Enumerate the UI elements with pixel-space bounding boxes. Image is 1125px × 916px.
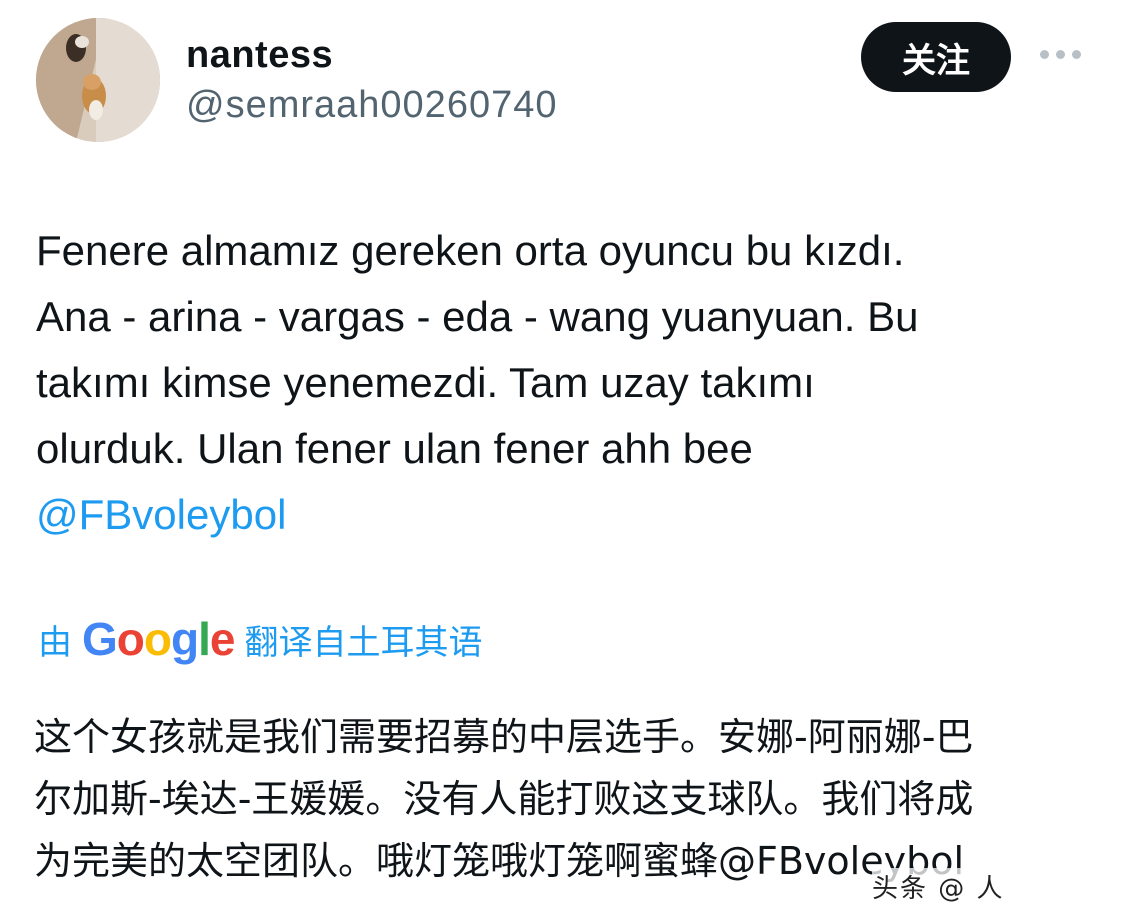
watermark: 头条 @ 人 [872,868,1005,905]
tweet-line: Fenere almamız gereken orta oyuncu bu kı… [36,227,905,274]
translated-line: 尔加斯-埃达-王媛媛。没有人能打败这支球队。我们将成 [34,777,974,821]
translated-line: 这个女孩就是我们需要招募的中层选手。安娜-阿丽娜-巴 [34,715,974,759]
translation-attribution[interactable]: 由 Google 翻译自土耳其语 [38,612,482,666]
author-display-name[interactable]: nantess [186,34,333,77]
author-handle[interactable]: @semraah00260740 [186,84,558,127]
translation-prefix: 由 [38,622,72,663]
tweet-line: Ana - arina - vargas - eda - wang yuanyu… [36,293,919,340]
tweet-text: Fenere almamız gereken orta oyuncu bu kı… [36,218,1096,548]
follow-button[interactable]: 关注 [861,22,1011,92]
avatar[interactable] [36,18,160,142]
translation-suffix: 翻译自土耳其语 [244,622,483,663]
cat-photo-icon [36,18,160,142]
tweet-line: olurduk. Ulan fener ulan fener ahh bee [36,425,753,472]
translated-text: 这个女孩就是我们需要招募的中层选手。安娜-阿丽娜-巴 尔加斯-埃达-王媛媛。没有… [34,706,1094,892]
more-options-icon[interactable] [1040,50,1086,64]
google-logo: Google [82,613,235,665]
tweet-line: takımı kimse yenemezdi. Tam uzay takımı [36,359,815,406]
mention-link[interactable]: @FBvoleybol [36,482,1096,548]
